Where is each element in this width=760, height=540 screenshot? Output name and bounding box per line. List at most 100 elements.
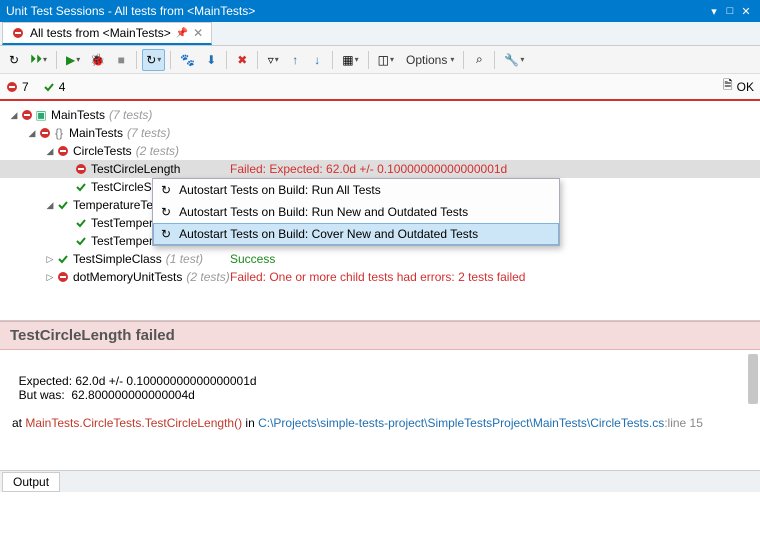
- debug-button[interactable]: 🐞: [86, 49, 109, 71]
- group-by-button[interactable]: ▦▾: [338, 49, 362, 71]
- fail-circle-icon: [6, 81, 18, 93]
- console-icon: ⌕: [476, 52, 483, 67]
- remove-button[interactable]: ✖: [232, 49, 252, 71]
- expand-icon[interactable]: ▷: [44, 272, 56, 283]
- layout-icon: ◫: [378, 53, 389, 67]
- refresh-play-icon: ↻: [161, 183, 171, 197]
- collapse-icon[interactable]: ◢: [44, 200, 56, 211]
- collapse-icon[interactable]: ◢: [44, 146, 56, 157]
- fail-chip[interactable]: 7: [6, 80, 29, 94]
- tree-node-class[interactable]: ▷ dotMemoryUnitTests (2 tests) Failed: O…: [0, 268, 760, 286]
- window-close-icon[interactable]: ✕: [738, 5, 754, 18]
- node-result: Failed: One or more child tests had erro…: [230, 270, 525, 284]
- show-output-button[interactable]: ⌕: [469, 49, 489, 71]
- chevron-down-icon: ▾: [43, 55, 47, 64]
- grid-icon: ▦: [342, 53, 353, 67]
- nav-down-button[interactable]: ↓: [307, 49, 327, 71]
- separator: [136, 51, 137, 69]
- tree-node-project[interactable]: ◢ ▣ MainTests (7 tests): [0, 106, 760, 124]
- chevron-down-icon: ▾: [390, 55, 394, 64]
- wrench-icon: 🔧: [504, 53, 519, 67]
- session-tab[interactable]: All tests from <MainTests> 📌 ✕: [2, 22, 212, 45]
- track-button[interactable]: 🐾: [176, 49, 199, 71]
- bug-icon: 🐞: [90, 53, 105, 67]
- node-label: dotMemoryUnitTests: [73, 270, 182, 284]
- tab-close-icon[interactable]: ✕: [193, 26, 203, 40]
- refresh-play-icon: ↻: [161, 205, 171, 219]
- expand-icon[interactable]: ▷: [44, 254, 56, 265]
- run-button[interactable]: ▶▾: [62, 49, 84, 71]
- settings-button[interactable]: 🔧▾: [500, 49, 528, 71]
- collapse-icon[interactable]: ◢: [8, 110, 20, 121]
- check-icon: [43, 81, 55, 93]
- layout-button[interactable]: ◫▾: [374, 49, 398, 71]
- chevron-down-icon: ▾: [275, 55, 279, 64]
- chevron-down-icon: ▾: [520, 55, 524, 64]
- separator: [170, 51, 171, 69]
- fast-forward-icon: ⏵⏵: [30, 52, 42, 67]
- pass-count: 4: [59, 80, 66, 94]
- tree-node-class[interactable]: ▷ TestSimpleClass (1 test) Success: [0, 250, 760, 268]
- pass-chip[interactable]: 4: [43, 80, 66, 94]
- fail-circle-icon: [20, 109, 34, 121]
- doc-icon: 🗎: [723, 76, 733, 97]
- window-dropdown-icon[interactable]: ▾: [706, 5, 722, 18]
- separator: [226, 51, 227, 69]
- check-icon: [74, 235, 88, 247]
- export-button[interactable]: ⬇: [201, 49, 221, 71]
- node-label: TestCircleLength: [91, 162, 180, 176]
- options-button[interactable]: Options▾: [400, 49, 458, 71]
- fail-circle-icon: [11, 27, 25, 39]
- nav-up-button[interactable]: ↑: [285, 49, 305, 71]
- tree-node-test[interactable]: TestCircleLength Failed: Expected: 62.0d…: [0, 160, 760, 178]
- output-body: Expected: 62.0d +/- 0.10000000000000001d…: [0, 350, 760, 470]
- autostart-button[interactable]: ↻▾: [142, 49, 165, 71]
- dropdown-item-run-new[interactable]: ↻ Autostart Tests on Build: Run New and …: [153, 201, 559, 223]
- collapse-icon[interactable]: ◢: [26, 128, 38, 139]
- session-tab-label: All tests from <MainTests>: [30, 26, 171, 40]
- options-label: Options: [404, 53, 449, 67]
- node-count: (7 tests): [127, 126, 170, 140]
- scrollbar-thumb[interactable]: [748, 354, 758, 404]
- check-icon: [74, 181, 88, 193]
- separator: [56, 51, 57, 69]
- fail-circle-icon: [38, 127, 52, 139]
- output-scrollbar[interactable]: [748, 354, 758, 466]
- check-icon: [56, 199, 70, 211]
- node-count: (2 tests): [186, 270, 229, 284]
- test-tree: ◢ ▣ MainTests (7 tests) ◢ {} MainTests (…: [0, 100, 760, 320]
- node-label: TestSimpleClass: [73, 252, 162, 266]
- toolbar: ↻ ⏵⏵▾ ▶▾ 🐞 ■ ↻▾ 🐾 ⬇ ✖ ▿▾ ↑ ↓ ▦▾ ◫▾ Optio…: [0, 46, 760, 74]
- filter-button[interactable]: ▿▾: [263, 49, 283, 71]
- chevron-down-icon: ▾: [355, 55, 359, 64]
- output-panel: TestCircleLength failed Expected: 62.0d …: [0, 320, 760, 470]
- stack-trace-line[interactable]: at MainTests.CircleTests.TestCircleLengt…: [12, 416, 703, 430]
- tree-node-class[interactable]: ◢ CircleTests (2 tests): [0, 142, 760, 160]
- run-all-button[interactable]: ⏵⏵▾: [26, 49, 51, 71]
- ok-button[interactable]: 🗎 OK: [723, 76, 754, 97]
- dropdown-item-cover-new[interactable]: ↻ Autostart Tests on Build: Cover New an…: [153, 223, 559, 245]
- node-label: MainTests: [69, 126, 123, 140]
- check-icon: [74, 217, 88, 229]
- node-label: CircleTests: [73, 144, 132, 158]
- window-maximize-icon[interactable]: □: [722, 5, 738, 17]
- pin-icon[interactable]: 📌: [176, 28, 188, 39]
- node-count: (2 tests): [136, 144, 179, 158]
- tree-node-namespace[interactable]: ◢ {} MainTests (7 tests): [0, 124, 760, 142]
- autostart-dropdown: ↻ Autostart Tests on Build: Run All Test…: [152, 178, 560, 246]
- arrow-up-icon: ↑: [292, 53, 298, 67]
- chevron-down-icon: ▾: [157, 55, 161, 64]
- rerun-button[interactable]: ↻: [4, 49, 24, 71]
- node-label: MainTests: [51, 108, 105, 122]
- chevron-down-icon: ▾: [76, 55, 80, 64]
- dropdown-item-run-all[interactable]: ↻ Autostart Tests on Build: Run All Test…: [153, 179, 559, 201]
- separator: [463, 51, 464, 69]
- node-result: Failed: Expected: 62.0d +/- 0.1000000000…: [230, 162, 507, 176]
- stop-button[interactable]: ■: [111, 49, 131, 71]
- stop-icon: ■: [118, 53, 125, 67]
- footer-tab-output[interactable]: Output: [2, 472, 60, 492]
- output-heading: TestCircleLength failed: [0, 321, 760, 350]
- dropdown-item-label: Autostart Tests on Build: Run All Tests: [179, 183, 381, 197]
- refresh-icon: ↻: [9, 53, 19, 67]
- ok-label: OK: [737, 80, 754, 94]
